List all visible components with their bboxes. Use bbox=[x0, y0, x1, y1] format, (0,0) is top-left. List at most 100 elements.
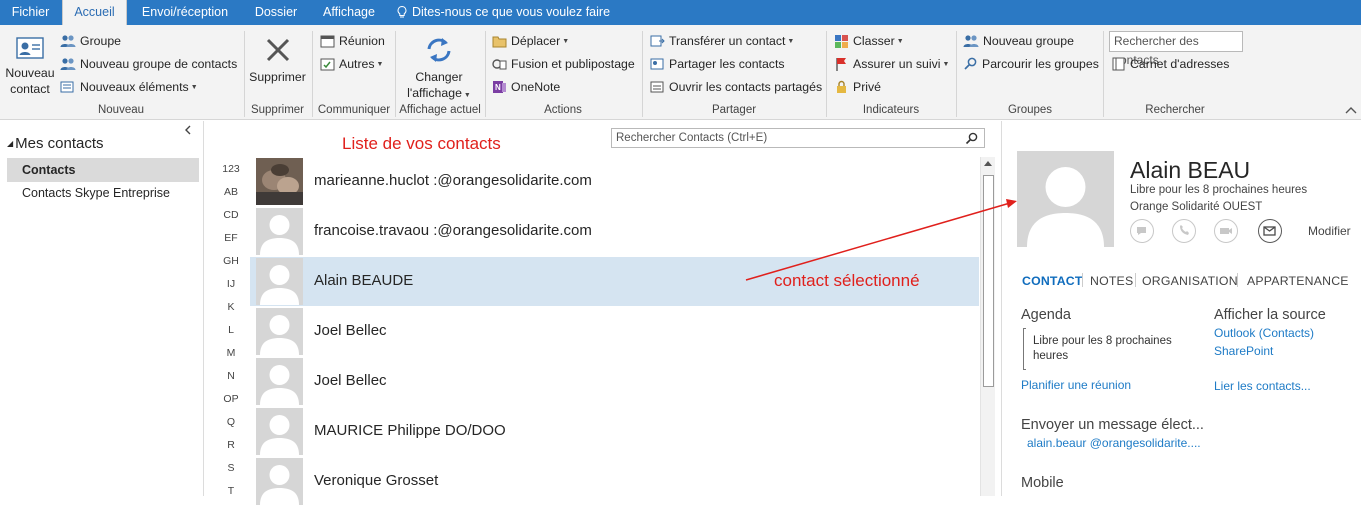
new-contact-group-button[interactable]: Nouveau groupe de contacts bbox=[60, 54, 237, 74]
categorize-icon bbox=[835, 35, 848, 48]
alpha-index-ab[interactable]: AB bbox=[219, 186, 243, 198]
tab-dossier[interactable]: Dossier bbox=[246, 0, 306, 25]
agenda-text-1: Libre pour les 8 prochaines bbox=[1033, 335, 1172, 347]
open-shared-contacts-button[interactable]: Ouvrir les contacts partagés bbox=[650, 77, 822, 97]
group-label-indicateurs: Indicateurs bbox=[862, 104, 920, 116]
source-title: Afficher la source bbox=[1214, 307, 1326, 323]
default-avatar-icon bbox=[256, 258, 303, 305]
tab-fichier[interactable]: Fichier bbox=[0, 0, 61, 25]
list-scrollbar[interactable] bbox=[980, 157, 995, 496]
alpha-index-gh[interactable]: GH bbox=[219, 255, 243, 267]
alpha-index-r[interactable]: R bbox=[219, 439, 243, 451]
alpha-index-ij[interactable]: IJ bbox=[219, 278, 243, 290]
forward-contact-icon bbox=[650, 35, 665, 47]
private-button[interactable]: Privé bbox=[834, 77, 881, 97]
tab-accueil[interactable]: Accueil bbox=[62, 0, 127, 25]
collapse-pane-icon[interactable] bbox=[184, 125, 192, 135]
scroll-up-arrow-icon[interactable] bbox=[984, 161, 992, 166]
phone-icon[interactable] bbox=[1172, 219, 1196, 243]
change-view-icon bbox=[427, 38, 451, 62]
tab-envoi-reception[interactable]: Envoi/réception bbox=[131, 0, 239, 25]
change-view-label-2: l'affichage bbox=[407, 86, 462, 100]
chevron-down-icon: ▼ bbox=[787, 37, 795, 45]
collapse-ribbon-icon[interactable] bbox=[1345, 106, 1357, 114]
contact-card-icon bbox=[16, 37, 44, 59]
more-button[interactable]: Autres ▼ bbox=[320, 54, 383, 74]
share-contacts-button[interactable]: Partager les contacts bbox=[650, 54, 785, 74]
search-contacts-input[interactable]: Rechercher des contacts bbox=[1109, 31, 1243, 67]
new-contact-button[interactable]: Nouveau contact bbox=[4, 35, 56, 97]
chat-icon[interactable] bbox=[1130, 219, 1154, 243]
tell-me-box[interactable]: Dites-nous ce que vous voulez faire bbox=[397, 0, 637, 25]
nav-item-contacts[interactable]: Contacts bbox=[7, 158, 199, 182]
modify-link[interactable]: Modifier bbox=[1308, 224, 1351, 238]
delete-button[interactable]: Supprimer bbox=[246, 35, 309, 85]
mail-merge-label: Fusion et publipostage bbox=[511, 57, 635, 71]
contact-row[interactable]: Joel Bellec bbox=[250, 307, 979, 356]
new-group-button[interactable]: Nouveau groupe bbox=[963, 31, 1074, 51]
alpha-index-op[interactable]: OP bbox=[219, 393, 243, 405]
onenote-button[interactable]: N OneNote bbox=[492, 77, 560, 97]
move-button[interactable]: Déplacer ▼ bbox=[492, 31, 569, 51]
follow-up-button[interactable]: Assurer un suivi ▼ bbox=[834, 54, 949, 74]
my-contacts-header[interactable]: ◢ Mes contacts bbox=[7, 135, 104, 152]
nav-item-skype-contacts[interactable]: Contacts Skype Entreprise bbox=[7, 181, 199, 205]
alpha-index-n[interactable]: N bbox=[219, 370, 243, 382]
contact-row[interactable]: francoise.travaou :@orangesolidarite.com bbox=[250, 207, 979, 256]
agenda-text-2: heures bbox=[1033, 350, 1069, 362]
tab-appartenance[interactable]: APPARTENANCE bbox=[1247, 274, 1349, 288]
contact-row[interactable]: Joel Bellec bbox=[250, 357, 979, 406]
source-sharepoint-link[interactable]: SharePoint bbox=[1214, 344, 1273, 358]
tab-contact[interactable]: CONTACT bbox=[1022, 274, 1083, 288]
categorize-button[interactable]: Classer ▼ bbox=[834, 31, 904, 51]
contact-name: Alain BEAUDE bbox=[314, 272, 414, 289]
alpha-index-t[interactable]: T bbox=[219, 485, 243, 497]
contact-row[interactable]: MAURICE Philippe DO/DOO bbox=[250, 407, 979, 456]
email-icon[interactable] bbox=[1258, 219, 1282, 243]
default-avatar-icon bbox=[256, 308, 303, 355]
source-outlook-link[interactable]: Outlook (Contacts) bbox=[1214, 326, 1314, 340]
schedule-meeting-link[interactable]: Planifier une réunion bbox=[1021, 378, 1131, 392]
ribbon-tab-bar: Fichier Accueil Envoi/réception Dossier … bbox=[0, 0, 1361, 25]
search-icon[interactable] bbox=[965, 132, 978, 145]
video-icon[interactable] bbox=[1214, 219, 1238, 243]
search-list-input[interactable]: Rechercher Contacts (Ctrl+E) bbox=[611, 128, 985, 148]
change-view-button[interactable]: Changer l'affichage ▼ bbox=[400, 35, 478, 104]
alpha-index-l[interactable]: L bbox=[219, 324, 243, 336]
tab-affichage[interactable]: Affichage bbox=[313, 0, 385, 25]
email-value-link[interactable]: alain.beaur @orangesolidarite.... bbox=[1027, 436, 1201, 450]
ribbon-separator bbox=[826, 31, 827, 117]
new-group-label: Nouveau groupe bbox=[983, 34, 1074, 48]
group-button[interactable]: Groupe bbox=[60, 31, 121, 51]
chevron-down-icon: ▼ bbox=[942, 60, 950, 68]
delete-label: Supprimer bbox=[249, 70, 306, 84]
alpha-index-cd[interactable]: CD bbox=[219, 209, 243, 221]
alpha-index-q[interactable]: Q bbox=[219, 416, 243, 428]
scrollbar-thumb[interactable] bbox=[983, 175, 994, 387]
alpha-index-s[interactable]: S bbox=[219, 462, 243, 474]
tab-organisation[interactable]: ORGANISATION bbox=[1142, 274, 1238, 288]
mail-merge-button[interactable]: Fusion et publipostage bbox=[492, 54, 635, 74]
alpha-index-m[interactable]: M bbox=[219, 347, 243, 359]
chevron-down-icon: ▼ bbox=[190, 83, 198, 91]
contact-row[interactable]: Veronique Grosset bbox=[250, 457, 979, 506]
alpha-index-ef[interactable]: EF bbox=[219, 232, 243, 244]
group-label-rechercher: Rechercher bbox=[1145, 104, 1205, 116]
my-contacts-label: Mes contacts bbox=[15, 135, 104, 152]
company-name: Orange Solidarité OUEST bbox=[1130, 201, 1263, 213]
svg-text:N: N bbox=[495, 83, 501, 92]
alpha-index-123[interactable]: 123 bbox=[219, 163, 243, 175]
meeting-button[interactable]: Réunion bbox=[320, 31, 385, 51]
contact-name: Joel Bellec bbox=[314, 372, 387, 389]
forward-contact-button[interactable]: Transférer un contact ▼ bbox=[650, 31, 794, 51]
browse-groups-button[interactable]: Parcourir les groupes bbox=[963, 54, 1099, 74]
alpha-index-k[interactable]: K bbox=[219, 301, 243, 313]
group-label-affichage: Affichage actuel bbox=[399, 104, 481, 116]
tab-notes[interactable]: NOTES bbox=[1090, 274, 1133, 288]
chevron-down-icon: ▼ bbox=[896, 37, 904, 45]
address-book-button[interactable]: Carnet d'adresses bbox=[1111, 54, 1229, 74]
selection-annotation: contact sélectionné bbox=[774, 271, 920, 290]
link-contacts-link[interactable]: Lier les contacts... bbox=[1214, 379, 1311, 393]
contact-row[interactable]: marieanne.huclot :@orangesolidarite.com bbox=[250, 157, 979, 206]
new-items-button[interactable]: Nouveaux éléments ▼ bbox=[60, 77, 198, 97]
